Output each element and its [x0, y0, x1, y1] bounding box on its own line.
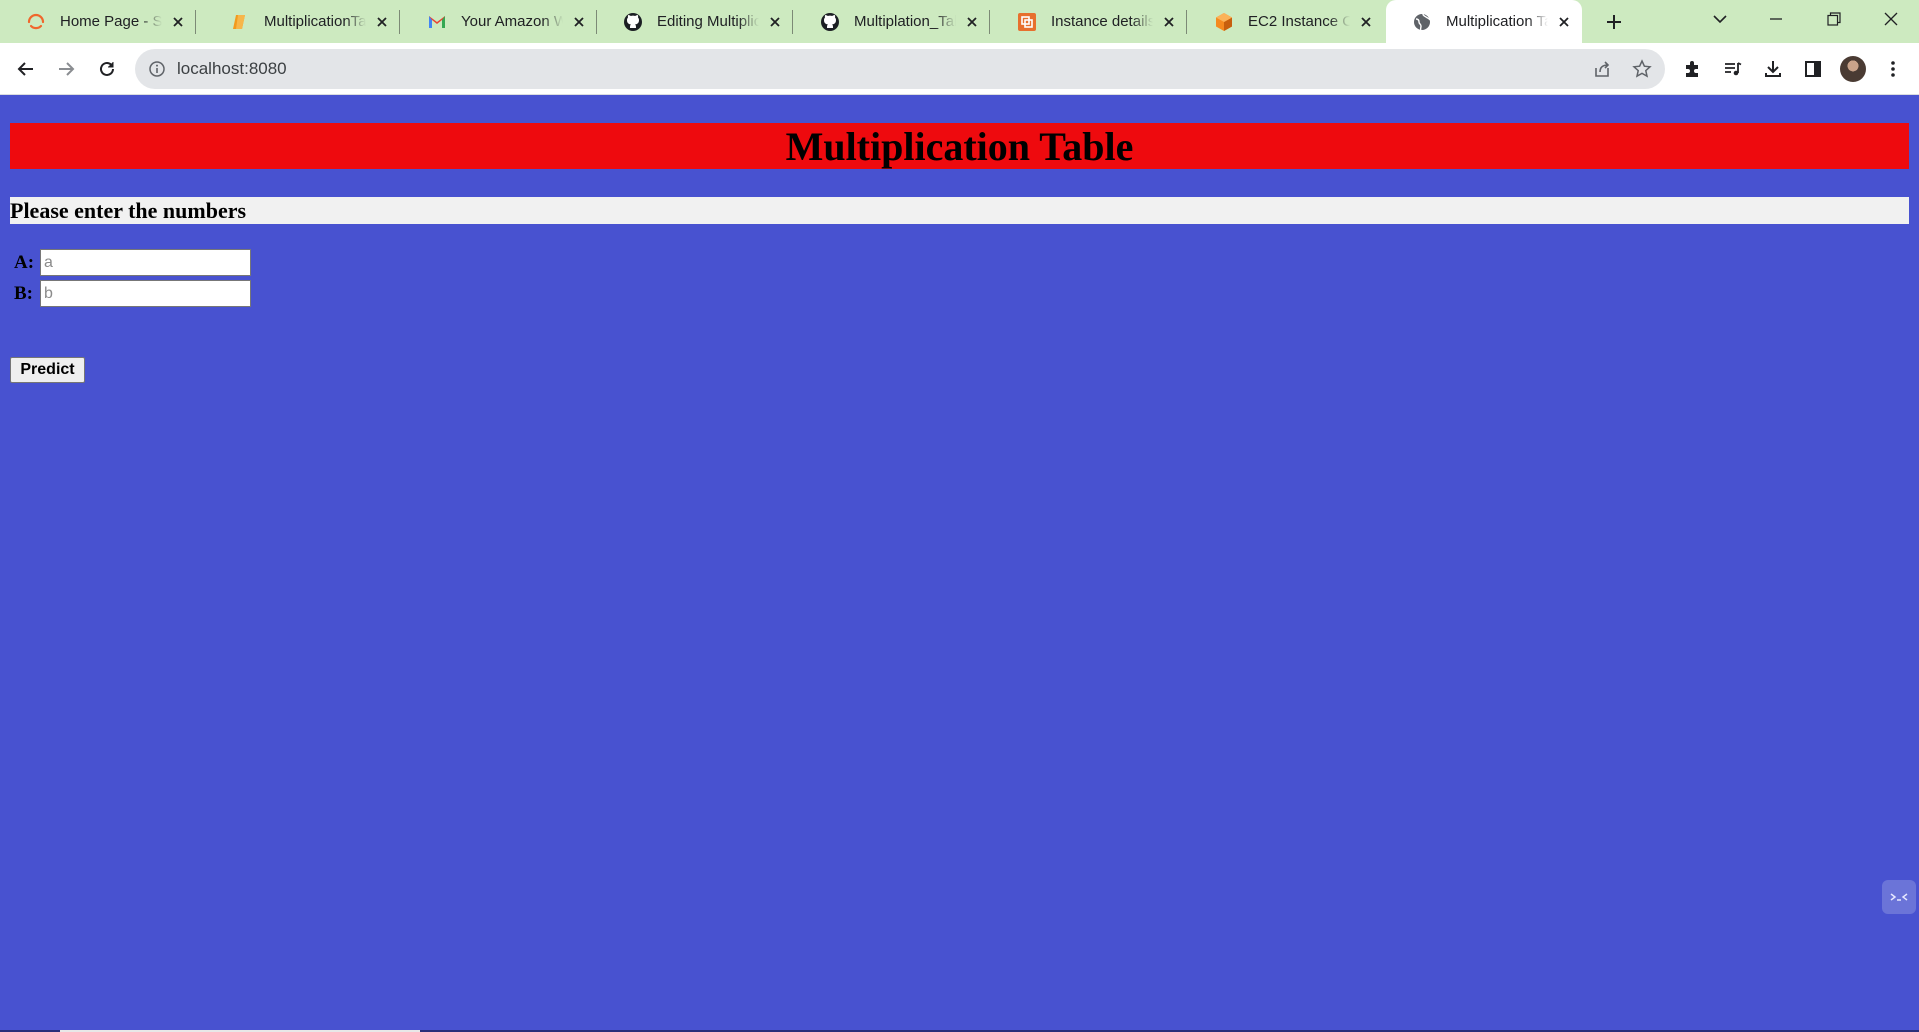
- close-tab-icon[interactable]: [962, 12, 982, 32]
- url-text: localhost:8080: [177, 59, 287, 78]
- close-tab-icon[interactable]: [1159, 12, 1179, 32]
- cube-icon: [1214, 12, 1234, 32]
- tab-separator: [399, 10, 400, 34]
- bookmark-star-icon[interactable]: [1630, 57, 1654, 81]
- gmail-icon: [427, 12, 447, 32]
- reload-button[interactable]: [89, 51, 125, 87]
- notebook-icon: [230, 12, 250, 32]
- tab-separator: [792, 10, 793, 34]
- close-tab-icon[interactable]: [765, 12, 785, 32]
- tab-gmail[interactable]: Your Amazon Web Services: [401, 0, 597, 43]
- page-content: Multiplication Table Please enter the nu…: [0, 96, 1919, 1032]
- tab-github-repo[interactable]: Multiplation_Table: [794, 0, 990, 43]
- close-tab-icon[interactable]: [168, 12, 188, 32]
- tab-separator: [1186, 10, 1187, 34]
- share-icon[interactable]: [1590, 57, 1614, 81]
- tab-separator: [195, 10, 196, 34]
- close-tab-icon[interactable]: [1356, 12, 1376, 32]
- tab-instance-details[interactable]: Instance details | EC2: [991, 0, 1187, 43]
- forward-button[interactable]: [48, 51, 84, 87]
- tab-home-page[interactable]: Home Page - Select or create a notebook …: [0, 0, 196, 43]
- browser-toolbar: localhost:8080: [0, 43, 1919, 95]
- tab-multiplication-notebook[interactable]: MultiplicationTable: [204, 0, 400, 43]
- instructions-bar: Please enter the numbers: [10, 197, 1909, 224]
- tab-multiplication-table[interactable]: Multiplication Table: [1386, 0, 1582, 43]
- download-icon[interactable]: [1755, 51, 1791, 87]
- side-widget-button[interactable]: [1882, 880, 1916, 914]
- restore-button[interactable]: [1806, 0, 1862, 38]
- tab-github-editing[interactable]: Editing Multiplication: [597, 0, 793, 43]
- tab-title: Multiplication Table: [1446, 13, 1548, 30]
- side-panel-icon[interactable]: [1795, 51, 1831, 87]
- github-icon: [623, 12, 643, 32]
- minimize-button[interactable]: [1748, 0, 1804, 38]
- field-b-row: B:: [14, 280, 251, 307]
- github-icon: [820, 12, 840, 32]
- tab-title: MultiplicationTable: [264, 13, 366, 30]
- tab-ec2-connect[interactable]: EC2 Instance Connect: [1188, 0, 1384, 43]
- tab-title: Editing Multiplication: [657, 13, 759, 30]
- address-bar[interactable]: localhost:8080: [135, 49, 1665, 89]
- field-a-input[interactable]: [40, 249, 251, 276]
- title-banner: Multiplication Table: [10, 123, 1909, 169]
- tab-title: EC2 Instance Connect: [1248, 13, 1350, 30]
- globe-icon: [1412, 12, 1432, 32]
- loading-spinner-icon: [26, 12, 46, 32]
- profile-avatar[interactable]: [1835, 51, 1871, 87]
- instructions-heading: Please enter the numbers: [10, 197, 247, 223]
- media-control-icon[interactable]: [1715, 51, 1751, 87]
- extensions-icon[interactable]: [1675, 51, 1711, 87]
- close-tab-icon[interactable]: [1554, 12, 1574, 32]
- close-tab-icon[interactable]: [569, 12, 589, 32]
- tab-strip: Home Page - Select or create a notebook …: [0, 0, 1919, 43]
- field-a-row: A:: [14, 249, 251, 276]
- field-b-input[interactable]: [40, 280, 251, 307]
- tab-title: Multiplation_Table: [854, 13, 956, 30]
- tab-title: Home Page - Select or create a notebook …: [60, 13, 162, 30]
- tab-search-button[interactable]: [1692, 0, 1748, 38]
- avatar: [1840, 56, 1866, 82]
- tab-title: Instance details | EC2: [1051, 13, 1153, 30]
- tab-title: Your Amazon Web Services: [461, 13, 563, 30]
- field-b-label: B:: [14, 282, 33, 304]
- browser-menu-icon[interactable]: [1875, 51, 1911, 87]
- site-info-icon[interactable]: [147, 59, 167, 79]
- predict-button[interactable]: Predict: [10, 357, 85, 383]
- field-a-label: A:: [14, 251, 35, 273]
- tab-separator: [989, 10, 990, 34]
- close-window-button[interactable]: [1863, 0, 1919, 38]
- aws-icon: [1017, 12, 1037, 32]
- new-tab-button[interactable]: [1598, 6, 1630, 38]
- page-title: Multiplication Table: [785, 123, 1134, 169]
- back-button[interactable]: [8, 51, 44, 87]
- close-tab-icon[interactable]: [372, 12, 392, 32]
